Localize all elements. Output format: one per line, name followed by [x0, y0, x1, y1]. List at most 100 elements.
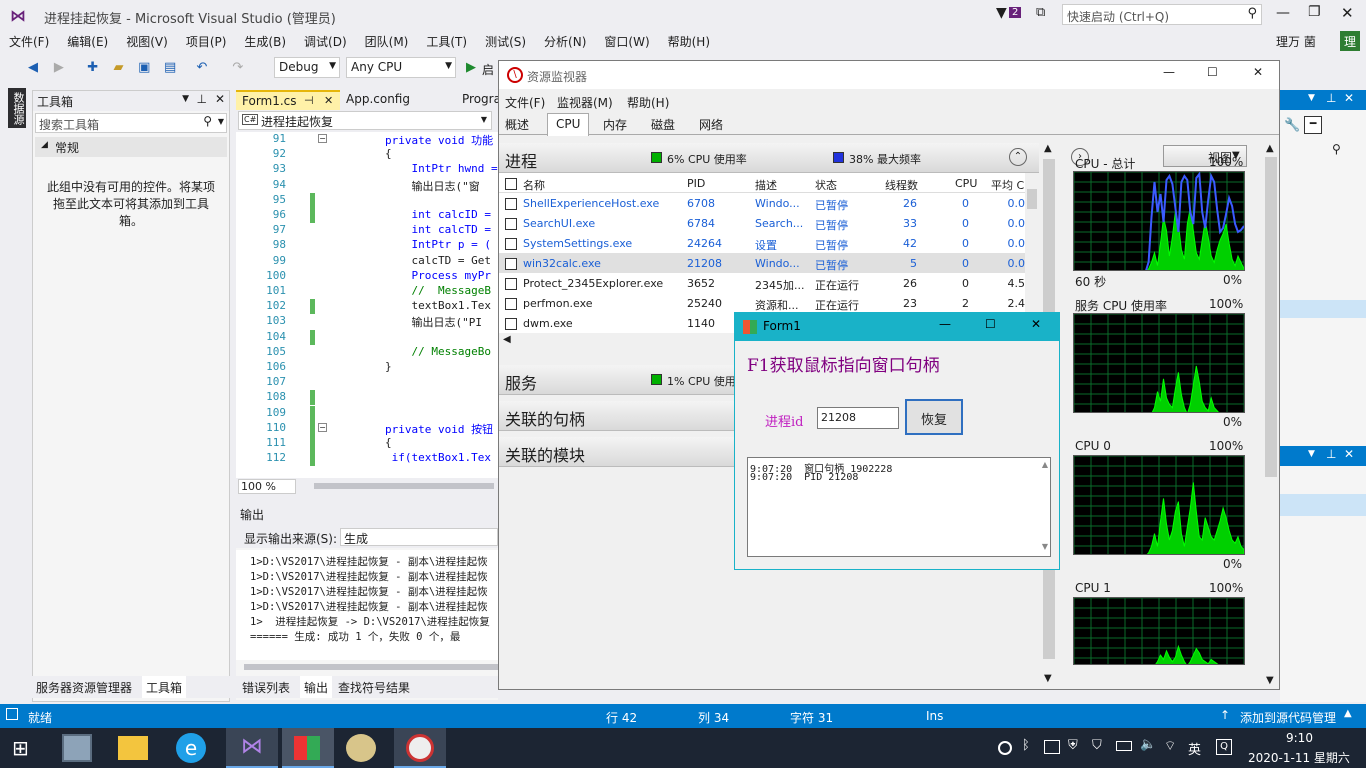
code-line[interactable]: 111 { [236, 436, 498, 451]
tray-icon-1[interactable] [1044, 740, 1060, 754]
close-button[interactable]: ✕ [1341, 4, 1354, 22]
tab-memory[interactable]: 内存 [603, 116, 627, 133]
undo-icon[interactable]: ↶ [193, 59, 211, 77]
close-icon[interactable]: ✕ [1344, 447, 1354, 461]
col-cpu[interactable]: CPU [955, 177, 977, 190]
scroll-up-icon[interactable]: ▲ [1042, 460, 1048, 469]
code-line[interactable]: 92 { [236, 147, 498, 162]
collapse-icon[interactable]: ⌃ [1009, 148, 1027, 166]
tab-server-explorer[interactable]: 服务器资源管理器 [36, 679, 132, 696]
ime-mode-icon[interactable]: Q [1216, 739, 1232, 755]
search-icon[interactable]: ⚲ [1332, 142, 1341, 156]
code-line[interactable]: 101 // MessageB [236, 284, 498, 299]
menu-debug[interactable]: 调试(D) [295, 30, 356, 50]
resmon-menu-help[interactable]: 帮助(H) [627, 94, 669, 111]
redo-icon[interactable]: ↷ [229, 59, 247, 77]
dropdown-icon[interactable]: ▼ [1308, 93, 1315, 103]
code-line[interactable]: 96 int calcID = [236, 208, 498, 223]
platform-select[interactable]: Any CPU ▼ [346, 57, 456, 78]
minimize-button[interactable]: — [1163, 65, 1175, 79]
start-icon[interactable]: ▶ [466, 60, 476, 75]
chevron-down-icon[interactable]: ▼ [218, 117, 224, 126]
process-row[interactable]: ShellExperienceHost.exe 6708 Windo... 已暂停 26… [499, 193, 1039, 213]
graph-pane-scrollbar[interactable]: ▲ ▼ [1263, 143, 1279, 689]
minimize-button[interactable]: — [939, 317, 951, 331]
code-line[interactable]: 99 calcTD = Get [236, 254, 498, 269]
col-description[interactable]: 描述 [755, 177, 777, 193]
pin-icon[interactable]: ⊥ [197, 92, 207, 106]
code-line[interactable]: 112 if(textBox1.Tex [236, 451, 498, 466]
add-to-source-control[interactable]: 添加到源代码管理 [1240, 709, 1336, 726]
log-textbox[interactable]: 9:07:20 窗口句柄 1902228 9:07:20 PID 21208 ▲… [747, 457, 1051, 557]
code-editor[interactable]: 91 private void 功能 92 {93 IntPtr hwnd = 94… [236, 90, 498, 494]
close-icon[interactable]: ✕ [1344, 91, 1354, 105]
menu-test[interactable]: 测试(S) [476, 30, 535, 50]
ie-taskbar-icon[interactable]: e [176, 733, 206, 763]
output-text[interactable]: 1>D:\VS2017\进程挂起恢复 - 副本\进程挂起恢 1>D:\VS2017… [236, 550, 498, 660]
form1-taskbar-icon[interactable] [282, 728, 334, 768]
restore-button[interactable]: 恢复 [905, 399, 963, 435]
process-vertical-scrollbar[interactable] [1025, 173, 1039, 333]
output-source-select[interactable]: 生成 [340, 528, 498, 546]
tab-disk[interactable]: 磁盘 [651, 116, 675, 133]
close-icon[interactable]: ✕ [215, 92, 225, 106]
back-icon[interactable]: ◀ [24, 59, 42, 77]
menu-build[interactable]: 生成(B) [235, 30, 295, 50]
wrench-icon[interactable]: 🔧 [1284, 118, 1300, 133]
process-checkbox[interactable] [505, 258, 517, 270]
start-button-label[interactable]: 启 [482, 61, 494, 78]
code-line[interactable]: 95 [236, 193, 498, 208]
menu-analyze[interactable]: 分析(N) [535, 30, 595, 50]
file-explorer-taskbar-icon[interactable] [118, 736, 148, 760]
resmon-taskbar-icon[interactable] [394, 728, 446, 768]
process-checkbox[interactable] [505, 198, 517, 210]
maximize-button[interactable]: ☐ [985, 317, 996, 331]
menu-edit[interactable]: 编辑(E) [58, 30, 117, 50]
pid-input[interactable]: 21208 [817, 407, 899, 429]
code-line[interactable]: 100 Process myPr [236, 269, 498, 284]
process-checkbox[interactable] [505, 238, 517, 250]
maximize-button[interactable]: ☐ [1207, 65, 1218, 79]
tab-network[interactable]: 网络 [699, 116, 723, 133]
close-icon[interactable]: ✕ [324, 94, 333, 107]
minimize-button[interactable]: — [1276, 5, 1290, 21]
paint-taskbar-icon[interactable] [346, 734, 376, 762]
dropdown-icon[interactable]: ▼ [182, 94, 189, 104]
tab-cpu[interactable]: CPU [547, 113, 590, 136]
process-row[interactable]: SystemSettings.exe 24264 设置 已暂停 42 0 0.0 [499, 233, 1039, 253]
toolbox-search-input[interactable]: 搜索工具箱 ⚲ ▼ [35, 113, 227, 133]
forward-icon[interactable]: ▶ [50, 59, 68, 77]
bluetooth-icon[interactable]: ᛒ [1022, 738, 1030, 753]
start-menu-icon[interactable]: ⊞ [12, 738, 36, 758]
pin-icon[interactable]: ⊥ [1326, 447, 1336, 461]
close-button[interactable]: ✕ [1253, 65, 1263, 79]
col-avg-cpu[interactable]: 平均 C [991, 177, 1025, 193]
process-checkbox[interactable] [505, 278, 517, 290]
code-line[interactable]: 104 [236, 330, 498, 345]
scroll-down-icon[interactable]: ▼ [1042, 542, 1048, 551]
code-line[interactable]: 105 // MessageBo [236, 345, 498, 360]
tray-icon-2[interactable]: ⛨ [1068, 738, 1078, 753]
data-sources-tab[interactable]: 数据源 [8, 88, 26, 128]
calculator-taskbar-icon[interactable] [62, 734, 92, 762]
col-pid[interactable]: PID [687, 177, 705, 190]
output-horizontal-scrollbar[interactable] [244, 664, 498, 670]
tab-toolbox[interactable]: 工具箱 [142, 676, 187, 698]
code-line[interactable]: 107 [236, 375, 498, 390]
resmon-menu-file[interactable]: 文件(F) [505, 94, 545, 111]
scroll-thumb[interactable] [1027, 189, 1037, 209]
class-navigation-select[interactable]: C# 进程挂起恢复 ▼ [238, 111, 492, 130]
dropdown-icon[interactable]: ▼ [1308, 449, 1315, 459]
process-checkbox[interactable] [505, 218, 517, 230]
process-checkbox[interactable] [505, 318, 517, 330]
feedback-icon[interactable]: ⧉ [1036, 5, 1045, 20]
menu-team[interactable]: 团队(M) [356, 30, 418, 50]
code-line[interactable]: 106 } [236, 360, 498, 375]
shield-icon[interactable]: ⛉ [1092, 738, 1102, 753]
zoom-select[interactable]: 100 % [238, 479, 296, 494]
open-folder-icon[interactable]: ▰ [109, 59, 127, 77]
tab-app-config[interactable]: App.config [340, 90, 416, 110]
code-line[interactable]: 110 private void 按钮 [236, 421, 498, 436]
user-avatar[interactable]: 理 [1340, 31, 1360, 51]
visual-studio-taskbar-icon[interactable]: ⋈ [226, 728, 278, 768]
